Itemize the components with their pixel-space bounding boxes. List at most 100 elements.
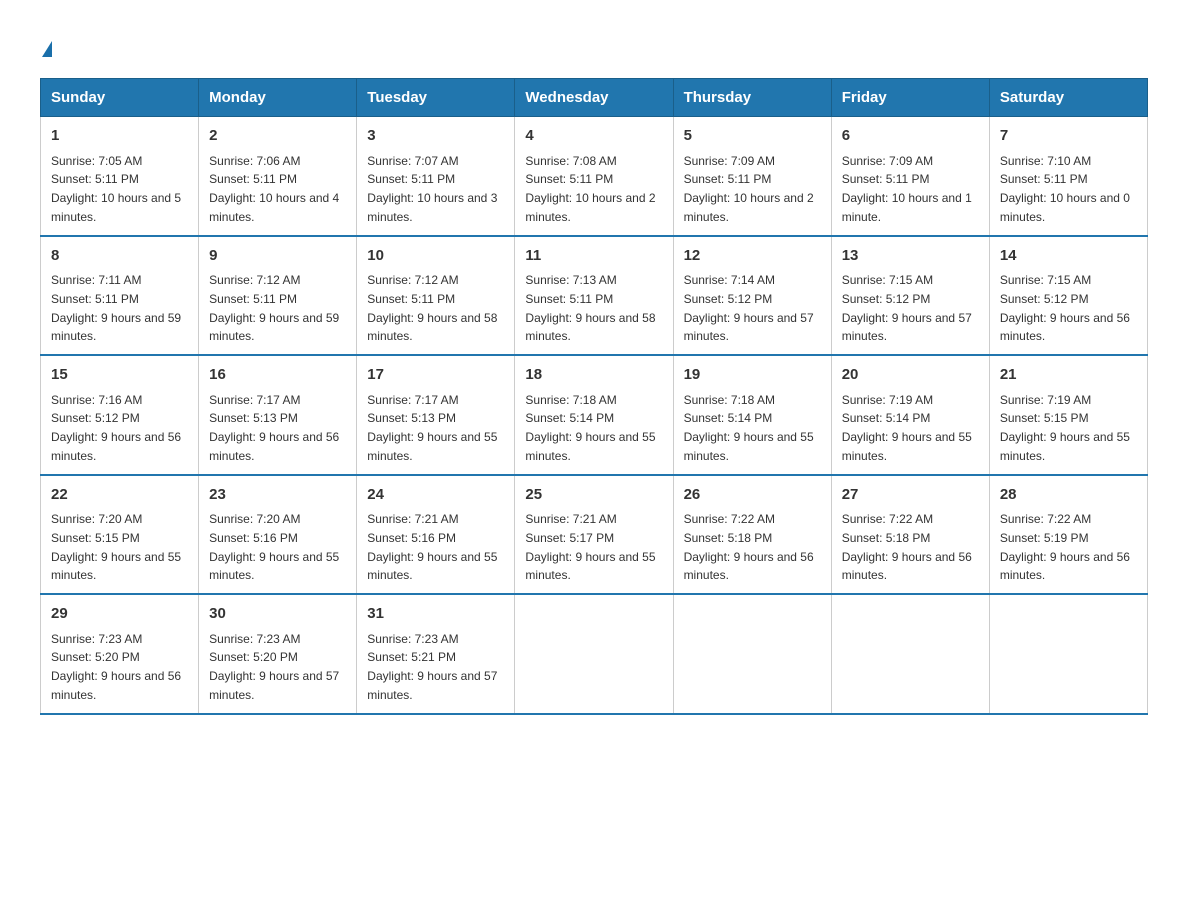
logo	[40, 30, 52, 58]
day-info: Sunrise: 7:21 AMSunset: 5:17 PMDaylight:…	[525, 512, 655, 582]
day-number: 16	[209, 364, 346, 387]
calendar-cell: 30 Sunrise: 7:23 AMSunset: 5:20 PMDayligh…	[199, 594, 357, 714]
week-row-3: 15Sunrise: 7:16 AMSunset: 5:12 PMDayligh…	[41, 355, 1148, 475]
day-info: Sunrise: 7:16 AMSunset: 5:12 PMDaylight:…	[51, 393, 181, 463]
calendar-cell: 5Sunrise: 7:09 AMSunset: 5:11 PMDaylight…	[673, 117, 831, 236]
calendar-cell: 23Sunrise: 7:20 AMSunset: 5:16 PMDayligh…	[199, 475, 357, 595]
calendar-cell: 17 Sunrise: 7:17 AMSunset: 5:13 PMDayligh…	[357, 355, 515, 475]
day-info: Sunrise: 7:19 AMSunset: 5:14 PMDaylight:…	[842, 393, 972, 463]
day-number: 28	[1000, 484, 1137, 507]
header-sunday: Sunday	[41, 79, 199, 117]
day-info: Sunrise: 7:23 AMSunset: 5:21 PMDaylight:…	[367, 632, 497, 702]
day-info: Sunrise: 7:19 AMSunset: 5:15 PMDaylight:…	[1000, 393, 1130, 463]
week-row-1: 1 Sunrise: 7:05 AMSunset: 5:11 PMDaylight…	[41, 117, 1148, 236]
calendar-cell: 11 Sunrise: 7:13 AMSunset: 5:11 PMDayligh…	[515, 236, 673, 356]
day-number: 19	[684, 364, 821, 387]
calendar-cell	[989, 594, 1147, 714]
calendar-cell: 8 Sunrise: 7:11 AMSunset: 5:11 PMDaylight…	[41, 236, 199, 356]
day-info: Sunrise: 7:07 AMSunset: 5:11 PMDaylight:…	[367, 154, 497, 224]
day-info: Sunrise: 7:10 AMSunset: 5:11 PMDaylight:…	[1000, 154, 1130, 224]
day-number: 8	[51, 245, 188, 268]
day-info: Sunrise: 7:18 AMSunset: 5:14 PMDaylight:…	[684, 393, 814, 463]
calendar-cell: 20 Sunrise: 7:19 AMSunset: 5:14 PMDayligh…	[831, 355, 989, 475]
day-number: 26	[684, 484, 821, 507]
day-info: Sunrise: 7:17 AMSunset: 5:13 PMDaylight:…	[209, 393, 339, 463]
page-header	[40, 30, 1148, 58]
calendar-cell: 25 Sunrise: 7:21 AMSunset: 5:17 PMDayligh…	[515, 475, 673, 595]
calendar-cell: 22 Sunrise: 7:20 AMSunset: 5:15 PMDayligh…	[41, 475, 199, 595]
day-info: Sunrise: 7:22 AMSunset: 5:19 PMDaylight:…	[1000, 512, 1130, 582]
day-info: Sunrise: 7:21 AMSunset: 5:16 PMDaylight:…	[367, 512, 497, 582]
day-info: Sunrise: 7:11 AMSunset: 5:11 PMDaylight:…	[51, 273, 181, 343]
day-number: 7	[1000, 125, 1137, 148]
day-info: Sunrise: 7:13 AMSunset: 5:11 PMDaylight:…	[525, 273, 655, 343]
day-number: 11	[525, 245, 662, 268]
day-info: Sunrise: 7:18 AMSunset: 5:14 PMDaylight:…	[525, 393, 655, 463]
day-info: Sunrise: 7:23 AMSunset: 5:20 PMDaylight:…	[51, 632, 181, 702]
day-info: Sunrise: 7:22 AMSunset: 5:18 PMDaylight:…	[842, 512, 972, 582]
calendar-cell: 3Sunrise: 7:07 AMSunset: 5:11 PMDaylight…	[357, 117, 515, 236]
day-number: 21	[1000, 364, 1137, 387]
calendar-table: SundayMondayTuesdayWednesdayThursdayFrid…	[40, 78, 1148, 715]
calendar-cell: 10Sunrise: 7:12 AMSunset: 5:11 PMDayligh…	[357, 236, 515, 356]
day-number: 6	[842, 125, 979, 148]
day-info: Sunrise: 7:23 AMSunset: 5:20 PMDaylight:…	[209, 632, 339, 702]
calendar-cell: 16 Sunrise: 7:17 AMSunset: 5:13 PMDayligh…	[199, 355, 357, 475]
header-tuesday: Tuesday	[357, 79, 515, 117]
calendar-cell: 15Sunrise: 7:16 AMSunset: 5:12 PMDayligh…	[41, 355, 199, 475]
week-row-2: 8 Sunrise: 7:11 AMSunset: 5:11 PMDaylight…	[41, 236, 1148, 356]
day-number: 25	[525, 484, 662, 507]
day-number: 4	[525, 125, 662, 148]
week-row-5: 29 Sunrise: 7:23 AMSunset: 5:20 PMDayligh…	[41, 594, 1148, 714]
day-number: 24	[367, 484, 504, 507]
day-number: 27	[842, 484, 979, 507]
day-number: 31	[367, 603, 504, 626]
calendar-cell: 12 Sunrise: 7:14 AMSunset: 5:12 PMDayligh…	[673, 236, 831, 356]
header-thursday: Thursday	[673, 79, 831, 117]
calendar-cell: 26 Sunrise: 7:22 AMSunset: 5:18 PMDayligh…	[673, 475, 831, 595]
day-info: Sunrise: 7:06 AMSunset: 5:11 PMDaylight:…	[209, 154, 339, 224]
day-number: 14	[1000, 245, 1137, 268]
day-info: Sunrise: 7:17 AMSunset: 5:13 PMDaylight:…	[367, 393, 497, 463]
day-number: 1	[51, 125, 188, 148]
calendar-cell: 19 Sunrise: 7:18 AMSunset: 5:14 PMDayligh…	[673, 355, 831, 475]
calendar-cell: 2Sunrise: 7:06 AMSunset: 5:11 PMDaylight…	[199, 117, 357, 236]
day-number: 12	[684, 245, 821, 268]
day-info: Sunrise: 7:22 AMSunset: 5:18 PMDaylight:…	[684, 512, 814, 582]
calendar-cell: 13 Sunrise: 7:15 AMSunset: 5:12 PMDayligh…	[831, 236, 989, 356]
day-info: Sunrise: 7:12 AMSunset: 5:11 PMDaylight:…	[209, 273, 339, 343]
day-number: 17	[367, 364, 504, 387]
calendar-cell	[515, 594, 673, 714]
day-info: Sunrise: 7:08 AMSunset: 5:11 PMDaylight:…	[525, 154, 655, 224]
calendar-cell: 6Sunrise: 7:09 AMSunset: 5:11 PMDaylight…	[831, 117, 989, 236]
day-number: 30	[209, 603, 346, 626]
week-row-4: 22 Sunrise: 7:20 AMSunset: 5:15 PMDayligh…	[41, 475, 1148, 595]
calendar-cell: 4 Sunrise: 7:08 AMSunset: 5:11 PMDaylight…	[515, 117, 673, 236]
calendar-cell: 7 Sunrise: 7:10 AMSunset: 5:11 PMDaylight…	[989, 117, 1147, 236]
day-info: Sunrise: 7:15 AMSunset: 5:12 PMDaylight:…	[1000, 273, 1130, 343]
day-info: Sunrise: 7:15 AMSunset: 5:12 PMDaylight:…	[842, 273, 972, 343]
day-number: 29	[51, 603, 188, 626]
header-saturday: Saturday	[989, 79, 1147, 117]
logo-triangle-icon	[42, 41, 52, 57]
day-number: 9	[209, 245, 346, 268]
calendar-cell	[831, 594, 989, 714]
day-number: 20	[842, 364, 979, 387]
calendar-cell: 14 Sunrise: 7:15 AMSunset: 5:12 PMDayligh…	[989, 236, 1147, 356]
day-info: Sunrise: 7:12 AMSunset: 5:11 PMDaylight:…	[367, 273, 497, 343]
day-info: Sunrise: 7:20 AMSunset: 5:15 PMDaylight:…	[51, 512, 181, 582]
day-number: 13	[842, 245, 979, 268]
calendar-header-row: SundayMondayTuesdayWednesdayThursdayFrid…	[41, 79, 1148, 117]
calendar-cell: 18 Sunrise: 7:18 AMSunset: 5:14 PMDayligh…	[515, 355, 673, 475]
header-friday: Friday	[831, 79, 989, 117]
calendar-cell: 24 Sunrise: 7:21 AMSunset: 5:16 PMDayligh…	[357, 475, 515, 595]
day-info: Sunrise: 7:05 AMSunset: 5:11 PMDaylight:…	[51, 154, 181, 224]
day-number: 18	[525, 364, 662, 387]
calendar-cell	[673, 594, 831, 714]
day-info: Sunrise: 7:09 AMSunset: 5:11 PMDaylight:…	[684, 154, 814, 224]
calendar-cell: 29 Sunrise: 7:23 AMSunset: 5:20 PMDayligh…	[41, 594, 199, 714]
day-info: Sunrise: 7:14 AMSunset: 5:12 PMDaylight:…	[684, 273, 814, 343]
day-info: Sunrise: 7:20 AMSunset: 5:16 PMDaylight:…	[209, 512, 339, 582]
day-number: 22	[51, 484, 188, 507]
header-wednesday: Wednesday	[515, 79, 673, 117]
